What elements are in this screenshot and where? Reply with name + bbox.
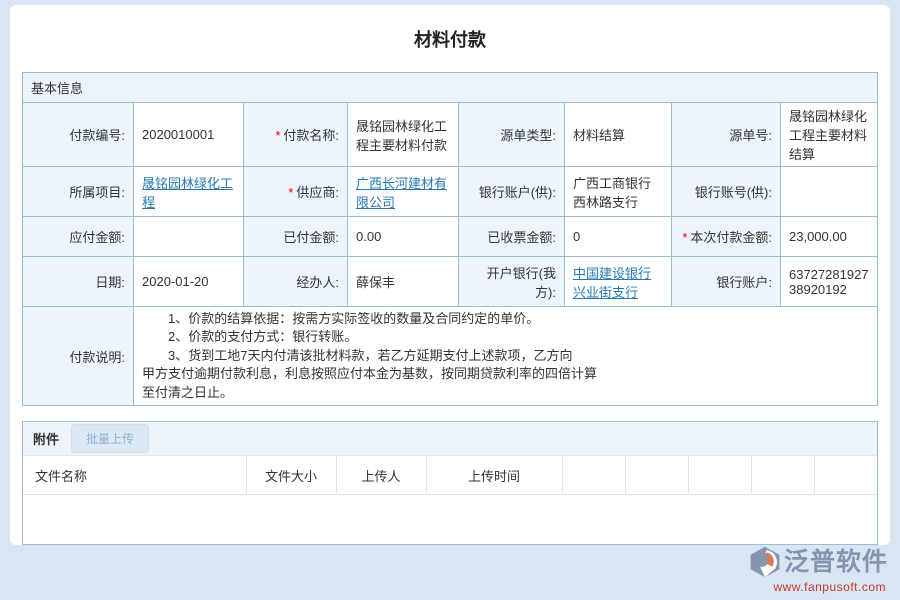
bank-account-label: 银行账户: (672, 257, 781, 307)
invoiced-amount-label: 已收票金额: (459, 217, 565, 257)
column-header-empty (688, 456, 751, 495)
handler-value: 薛保丰 (348, 257, 459, 307)
table-row: 应付金额: 已付金额: 0.00 已收票金额: 0 *本次付款金额: 23,00… (23, 217, 878, 257)
column-header-file-size: 文件大小 (246, 456, 336, 495)
supplier-bank-no-value (781, 167, 878, 217)
paid-amount-label: 已付金额: (244, 217, 348, 257)
required-marker: * (682, 230, 687, 245)
attachments-table: 文件名称 文件大小 上传人 上传时间 (23, 456, 877, 495)
payment-name-label: *付款名称: (244, 103, 348, 167)
column-header-upload-time: 上传时间 (426, 456, 562, 495)
column-header-empty (562, 456, 625, 495)
payable-amount-value (134, 217, 244, 257)
column-header-empty (625, 456, 688, 495)
payment-no-value: 2020010001 (134, 103, 244, 167)
project-label: 所属项目: (23, 167, 134, 217)
page-title: 材料付款 (10, 5, 890, 72)
supplier-label: *供应商: (244, 167, 348, 217)
fanpu-logo-icon (749, 546, 781, 578)
supplier-bank-name-value: 广西工商银行西林路支行 (565, 167, 672, 217)
current-payment-amount-label: *本次付款金额: (672, 217, 781, 257)
invoiced-amount-value: 0 (565, 217, 672, 257)
table-row: 付款说明: 1、价款的结算依据：按需方实际签收的数量及合同约定的单价。 2、价款… (23, 307, 878, 406)
attachments-title: 附件 (33, 429, 59, 448)
brand-website: www.fanpusoft.com (773, 580, 886, 594)
basic-info-table: 基本信息 付款编号: 2020010001 *付款名称: 晟铭园林绿化工程主要材… (22, 72, 878, 406)
table-row: 日期: 2020-01-20 经办人: 薛保丰 开户银行(我方): 中国建设银行… (23, 257, 878, 307)
source-doc-no-value: 晟铭园林绿化工程主要材料结算 (781, 103, 878, 167)
current-payment-amount-value: 23,000.00 (781, 217, 878, 257)
payable-amount-label: 应付金额: (23, 217, 134, 257)
our-bank-value: 中国建设银行兴业街支行 (565, 257, 672, 307)
column-header-empty (814, 456, 877, 495)
handler-label: 经办人: (244, 257, 348, 307)
supplier-link[interactable]: 广西长河建材有限公司 (356, 176, 447, 210)
our-bank-link[interactable]: 中国建设银行兴业街支行 (573, 266, 651, 300)
footer-logo-row: 泛普软件 (749, 546, 888, 578)
table-row: 付款编号: 2020010001 *付款名称: 晟铭园林绿化工程主要材料付款 源… (23, 103, 878, 167)
bank-account-value: 6372728192738920192 (781, 257, 878, 307)
footer-logo: 泛普软件 www.fanpusoft.com (749, 546, 888, 594)
attachments-panel: 附件 批量上传 文件名称 文件大小 上传人 上传时间 (22, 421, 878, 545)
required-marker: * (288, 185, 293, 200)
section-header-basic-info: 基本信息 (23, 73, 878, 103)
source-doc-no-label: 源单号: (672, 103, 781, 167)
date-label: 日期: (23, 257, 134, 307)
column-header-uploader: 上传人 (336, 456, 426, 495)
supplier-value: 广西长河建材有限公司 (348, 167, 459, 217)
supplier-bank-no-label: 银行账号(供): (672, 167, 781, 217)
source-doc-type-value: 材料结算 (565, 103, 672, 167)
content-panel: 材料付款 基本信息 付款编号: 2020010001 *付款名称: 晟铭园林绿化… (10, 5, 890, 545)
batch-upload-button[interactable]: 批量上传 (71, 424, 149, 453)
payment-notes-label: 付款说明: (23, 307, 134, 406)
required-marker: * (275, 128, 280, 143)
attachments-empty-list (23, 495, 877, 544)
payment-name-value: 晟铭园林绿化工程主要材料付款 (348, 103, 459, 167)
table-row: 所属项目: 晟铭园林绿化工程 *供应商: 广西长河建材有限公司 银行账户(供):… (23, 167, 878, 217)
attachments-header: 附件 批量上传 (23, 422, 877, 456)
date-value: 2020-01-20 (134, 257, 244, 307)
project-link[interactable]: 晟铭园林绿化工程 (142, 176, 233, 210)
supplier-bank-name-label: 银行账户(供): (459, 167, 565, 217)
payment-no-label: 付款编号: (23, 103, 134, 167)
source-doc-type-label: 源单类型: (459, 103, 565, 167)
column-header-file-name: 文件名称 (23, 456, 246, 495)
paid-amount-value: 0.00 (348, 217, 459, 257)
attachments-table-header-row: 文件名称 文件大小 上传人 上传时间 (23, 456, 877, 495)
payment-notes-value: 1、价款的结算依据：按需方实际签收的数量及合同约定的单价。 2、价款的支付方式：… (134, 307, 878, 406)
project-value: 晟铭园林绿化工程 (134, 167, 244, 217)
column-header-empty (751, 456, 814, 495)
brand-name: 泛普软件 (784, 550, 888, 575)
our-bank-label: 开户银行(我方): (459, 257, 565, 307)
